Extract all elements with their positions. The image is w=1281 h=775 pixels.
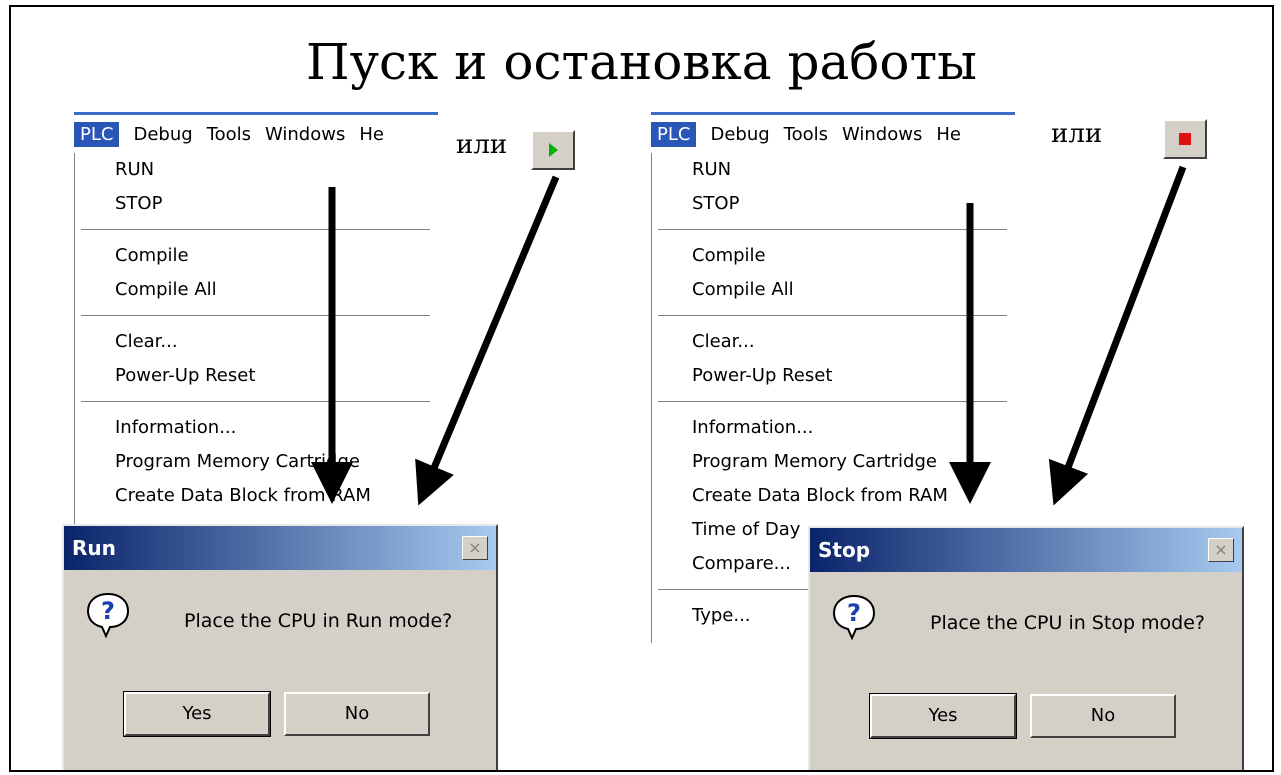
annotation-arrows (311, 165, 1187, 506)
arrow-button-to-stop-dialog (1048, 165, 1187, 506)
arrow-button-to-run-dialog (415, 175, 560, 506)
slide: Пуск и остановка работы PLC Debug Tools … (9, 5, 1274, 772)
